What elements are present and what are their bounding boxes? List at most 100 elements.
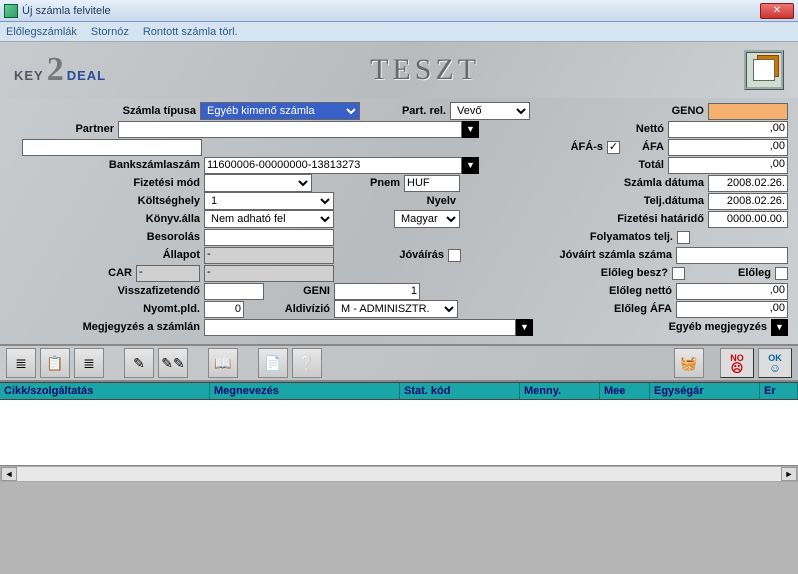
label-egyeb-megj: Egyéb megjegyzés bbox=[641, 321, 771, 333]
logo-deal: DEAL bbox=[67, 68, 106, 83]
checkbox-jovairas[interactable] bbox=[448, 249, 461, 262]
menu-rontott[interactable]: Rontott számla törl. bbox=[143, 26, 238, 38]
logo-key: KEY bbox=[14, 68, 44, 83]
scroll-right[interactable]: ► bbox=[781, 467, 797, 481]
input-visszafizetendo[interactable] bbox=[204, 283, 264, 300]
label-telj-datuma: Telj.dátuma bbox=[598, 195, 708, 207]
scroll-track[interactable] bbox=[17, 467, 781, 481]
label-nyomt-pld: Nyomt.pld. bbox=[10, 303, 204, 315]
input-fizetesi-hatarido[interactable] bbox=[708, 211, 788, 228]
scroll-left[interactable]: ◄ bbox=[1, 467, 17, 481]
dropdown-partner[interactable] bbox=[462, 121, 479, 138]
label-aldivizio: Aldivízió bbox=[264, 303, 334, 315]
label-szamla-datuma: Számla dátuma bbox=[598, 177, 708, 189]
label-koltseghely: Költséghely bbox=[10, 195, 204, 207]
label-konyv-alla: Könyv.álla bbox=[10, 213, 204, 225]
input-partner[interactable] bbox=[118, 121, 462, 138]
toolbar: ≣ 📋 ≣ ✎ ✎✎ 📖 📄 ❔ 🧺 NO☹ OK☺ bbox=[0, 344, 798, 382]
close-button[interactable]: ✕ bbox=[760, 3, 794, 19]
select-aldivizio[interactable]: M - ADMINISZTR. bbox=[334, 300, 458, 318]
label-allapot: Állapot bbox=[10, 249, 204, 261]
label-eloleg-afa: Előleg ÁFA bbox=[576, 303, 676, 315]
label-folyamatos-telj: Folyamatos telj. bbox=[557, 231, 677, 243]
input-geno[interactable] bbox=[708, 103, 788, 120]
grid-header: Cikk/szolgáltatás Megnevezés Stat. kód M… bbox=[0, 382, 798, 400]
toolbar-btn-6[interactable]: 📖 bbox=[208, 348, 238, 378]
label-szamla-tipusa: Számla típusa bbox=[10, 105, 200, 117]
input-geni[interactable] bbox=[334, 283, 420, 300]
value-afa: ,00 bbox=[668, 139, 788, 156]
col-mee[interactable]: Mee bbox=[600, 383, 650, 399]
select-fizetesi-mod[interactable] bbox=[204, 174, 312, 192]
select-koltseghely[interactable]: 1 bbox=[204, 192, 334, 210]
label-eloleg-besz: Előleg besz? bbox=[572, 267, 672, 279]
label-afas: ÁFÁ-s bbox=[557, 141, 607, 153]
input-nyomt-pld[interactable] bbox=[204, 301, 244, 318]
input-jovairt-szamla[interactable] bbox=[676, 247, 788, 264]
col-menny[interactable]: Menny. bbox=[520, 383, 600, 399]
title-bar: Új számla felvitele ✕ bbox=[0, 0, 798, 22]
no-button[interactable]: NO☹ bbox=[720, 348, 754, 378]
input-bankszamlaszam[interactable] bbox=[204, 157, 462, 174]
label-afa: ÁFA bbox=[620, 141, 668, 153]
toolbar-btn-basket[interactable]: 🧺 bbox=[674, 348, 704, 378]
value-car2: - bbox=[204, 265, 334, 282]
input-partner-line2[interactable] bbox=[22, 139, 202, 156]
value-eloleg-afa: ,00 bbox=[676, 301, 788, 318]
col-stat-kod[interactable]: Stat. kód bbox=[400, 383, 520, 399]
banner: KEY 2 DEAL TESZT bbox=[0, 42, 798, 98]
toolbar-btn-4[interactable]: ✎ bbox=[124, 348, 154, 378]
form-area: Számla típusa Egyéb kimenő számla Part. … bbox=[0, 98, 798, 344]
label-bankszamlaszam: Bankszámlaszám bbox=[10, 159, 204, 171]
dropdown-megjegyzes[interactable] bbox=[516, 319, 533, 336]
checkbox-afas[interactable] bbox=[607, 141, 620, 154]
toolbar-btn-3[interactable]: ≣ bbox=[74, 348, 104, 378]
toolbar-btn-1[interactable]: ≣ bbox=[6, 348, 36, 378]
input-szamla-datuma[interactable] bbox=[708, 175, 788, 192]
toolbar-btn-8[interactable]: ❔ bbox=[292, 348, 322, 378]
label-geno: GENO bbox=[658, 105, 708, 117]
toolbar-btn-5[interactable]: ✎✎ bbox=[158, 348, 188, 378]
menu-bar: Előlegszámlák Stornóz Rontott számla tör… bbox=[0, 22, 798, 42]
toolbar-btn-7[interactable]: 📄 bbox=[258, 348, 288, 378]
checkbox-eloleg-besz[interactable] bbox=[672, 267, 685, 280]
col-egysegar[interactable]: Egységár bbox=[650, 383, 760, 399]
checkbox-folyamatos[interactable] bbox=[677, 231, 690, 244]
edit-icon-button[interactable] bbox=[744, 50, 784, 90]
label-fizetesi-mod: Fizetési mód bbox=[10, 177, 204, 189]
col-er[interactable]: Er bbox=[760, 383, 798, 399]
grid-body[interactable] bbox=[0, 400, 798, 466]
window-title: Új számla felvitele bbox=[22, 5, 760, 17]
label-eloleg: Előleg bbox=[725, 267, 775, 279]
input-besorolas[interactable] bbox=[204, 229, 334, 246]
dropdown-bankszamlaszam[interactable] bbox=[462, 157, 479, 174]
horizontal-scrollbar[interactable]: ◄ ► bbox=[0, 466, 798, 482]
toolbar-btn-2[interactable]: 📋 bbox=[40, 348, 70, 378]
value-car1: - bbox=[136, 265, 200, 282]
input-pnem[interactable] bbox=[404, 175, 460, 192]
select-part-rel[interactable]: Vevő bbox=[450, 102, 530, 120]
label-total: Totál bbox=[618, 159, 668, 171]
label-visszafizetendo: Visszafizetendő bbox=[10, 285, 204, 297]
select-szamla-tipusa[interactable]: Egyéb kimenő számla bbox=[200, 102, 360, 120]
checkbox-eloleg[interactable] bbox=[775, 267, 788, 280]
menu-stornoz[interactable]: Stornóz bbox=[91, 26, 129, 38]
app-icon bbox=[4, 4, 18, 18]
value-total: ,00 bbox=[668, 157, 788, 174]
label-besorolas: Besorolás bbox=[10, 231, 204, 243]
menu-elolegszamlak[interactable]: Előlegszámlák bbox=[6, 26, 77, 38]
value-netto: ,00 bbox=[668, 121, 788, 138]
select-nyelv[interactable]: Magyar bbox=[394, 210, 460, 228]
input-megjegyzes[interactable] bbox=[204, 319, 516, 336]
col-megnevezes[interactable]: Megnevezés bbox=[210, 383, 400, 399]
dropdown-egyeb-megj[interactable] bbox=[771, 319, 788, 336]
label-part-rel: Part. rel. bbox=[390, 105, 450, 117]
label-car: CAR bbox=[10, 267, 136, 279]
col-cikk[interactable]: Cikk/szolgáltatás bbox=[0, 383, 210, 399]
ok-button[interactable]: OK☺ bbox=[758, 348, 792, 378]
select-konyv-alla[interactable]: Nem adható fel bbox=[204, 210, 334, 228]
logo-two: 2 bbox=[47, 57, 64, 83]
logo: KEY 2 DEAL bbox=[14, 57, 106, 83]
value-eloleg-netto: ,00 bbox=[676, 283, 788, 300]
input-telj-datuma[interactable] bbox=[708, 193, 788, 210]
